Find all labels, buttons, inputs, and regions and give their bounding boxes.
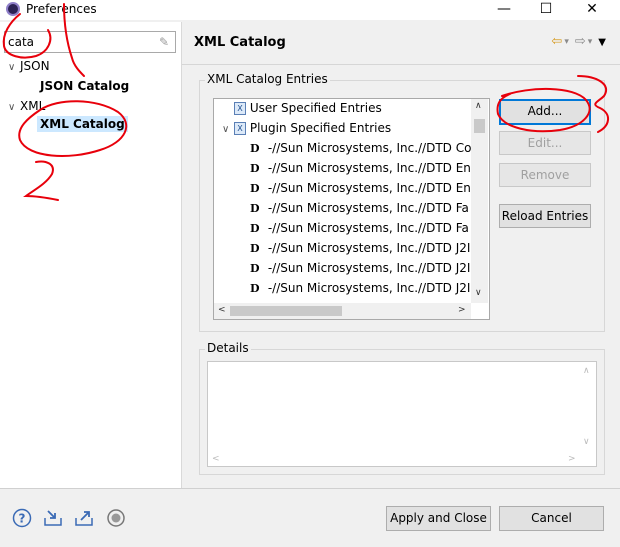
catalog-folder-icon: X bbox=[234, 102, 246, 115]
back-arrow-icon[interactable]: ⇦ bbox=[551, 34, 562, 49]
dtd-file-icon: D bbox=[250, 242, 260, 255]
tree-item-label: XML Catalog bbox=[37, 116, 128, 132]
bottom-separator bbox=[0, 488, 620, 489]
forward-dropdown-icon[interactable]: ▾ bbox=[588, 37, 593, 47]
entry-label: -//Sun Microsystems, Inc.//DTD Fa bbox=[267, 201, 469, 215]
details-text-area[interactable]: ∧ ∨ < > bbox=[207, 361, 597, 467]
tree-item-xml[interactable]: ∨ XML bbox=[8, 99, 45, 113]
dtd-file-icon: D bbox=[250, 142, 260, 155]
entry-label: -//Sun Microsystems, Inc.//DTD Co bbox=[267, 141, 472, 155]
vertical-scrollbar[interactable]: ∧ ∨ bbox=[471, 99, 488, 303]
filter-value: cata bbox=[8, 35, 35, 49]
tree-item-xml-catalog[interactable]: XML Catalog bbox=[37, 116, 128, 132]
entry-label: Plugin Specified Entries bbox=[249, 121, 392, 135]
cancel-button[interactable]: Cancel bbox=[499, 506, 604, 531]
preference-tree-pane: cata ✎ ∨ JSON JSON Catalog ∨ XML XML Catal… bbox=[0, 22, 181, 488]
scroll-thumb[interactable] bbox=[230, 306, 342, 316]
catalog-folder-icon: X bbox=[234, 122, 246, 135]
minimize-button[interactable]: — bbox=[484, 0, 524, 20]
details-group-label: Details bbox=[205, 341, 251, 355]
dtd-file-icon: D bbox=[250, 202, 260, 215]
chevron-down-icon[interactable]: ∨ bbox=[222, 124, 234, 135]
reload-entries-button[interactable]: Reload Entries bbox=[499, 204, 591, 228]
scroll-down-icon[interactable]: ∨ bbox=[583, 437, 590, 447]
tree-item-json[interactable]: ∨ JSON bbox=[8, 59, 50, 73]
add-button[interactable]: Add... bbox=[499, 99, 591, 125]
scroll-right-icon[interactable]: > bbox=[568, 454, 576, 464]
entry-label: User Specified Entries bbox=[249, 101, 382, 115]
page-navigation: ⇦ ▾ ⇨ ▾ ▼ bbox=[551, 34, 606, 49]
scroll-left-icon[interactable]: < bbox=[218, 305, 226, 315]
view-menu-icon[interactable]: ▼ bbox=[598, 37, 606, 48]
filter-input[interactable]: cata ✎ bbox=[4, 31, 176, 53]
list-item[interactable]: D -//Sun Microsystems, Inc.//DTD J2I bbox=[214, 281, 470, 301]
dtd-file-icon: D bbox=[250, 262, 260, 275]
entry-label: -//Sun Microsystems, Inc.//DTD J2I bbox=[267, 261, 471, 275]
entry-label: -//Sun Microsystems, Inc.//DTD J2I bbox=[267, 241, 471, 255]
scroll-right-icon[interactable]: > bbox=[458, 305, 466, 315]
list-item[interactable]: ∨ X Plugin Specified Entries bbox=[214, 121, 391, 141]
eraser-icon[interactable]: ✎ bbox=[159, 35, 169, 49]
tree-item-json-catalog[interactable]: JSON Catalog bbox=[40, 79, 129, 93]
list-item[interactable]: X User Specified Entries bbox=[214, 101, 382, 121]
scroll-thumb[interactable] bbox=[474, 119, 485, 133]
list-item[interactable]: D -//Sun Microsystems, Inc.//DTD Fa bbox=[214, 221, 469, 241]
horizontal-scrollbar[interactable]: < > bbox=[214, 303, 471, 319]
dtd-file-icon: D bbox=[250, 182, 260, 195]
tree-item-label: XML bbox=[20, 99, 46, 113]
tree-item-label: JSON bbox=[20, 59, 50, 73]
chevron-down-icon[interactable]: ∨ bbox=[8, 102, 20, 113]
export-icon[interactable] bbox=[74, 508, 94, 528]
list-item[interactable]: D -//Sun Microsystems, Inc.//DTD En bbox=[214, 181, 471, 201]
window-title: Preferences bbox=[26, 2, 97, 16]
remove-button[interactable]: Remove bbox=[499, 163, 591, 187]
scroll-left-icon[interactable]: < bbox=[212, 454, 220, 464]
entry-label: -//Sun Microsystems, Inc.//DTD En bbox=[267, 181, 471, 195]
import-icon[interactable] bbox=[43, 508, 63, 528]
dtd-file-icon: D bbox=[250, 222, 260, 235]
catalog-entries-tree[interactable]: X User Specified Entries ∨ X Plugin Speci… bbox=[213, 98, 490, 320]
scroll-up-icon[interactable]: ∧ bbox=[583, 366, 590, 376]
entry-label: -//Sun Microsystems, Inc.//DTD En bbox=[267, 161, 471, 175]
svg-text:?: ? bbox=[19, 512, 26, 526]
tree-item-label: JSON Catalog bbox=[40, 79, 130, 93]
entry-label: -//Sun Microsystems, Inc.//DTD J2I bbox=[267, 281, 471, 295]
forward-arrow-icon[interactable]: ⇨ bbox=[575, 34, 586, 49]
scroll-down-icon[interactable]: ∨ bbox=[475, 288, 482, 298]
entries-group-label: XML Catalog Entries bbox=[205, 72, 330, 86]
title-bar: Preferences — ☐ ✕ bbox=[0, 0, 620, 20]
dtd-file-icon: D bbox=[250, 282, 260, 295]
scroll-up-icon[interactable]: ∧ bbox=[475, 101, 482, 111]
chevron-down-icon[interactable]: ∨ bbox=[8, 62, 20, 73]
title-separator bbox=[182, 64, 620, 65]
page-title: XML Catalog bbox=[194, 35, 286, 50]
close-button[interactable]: ✕ bbox=[572, 0, 612, 20]
list-item[interactable]: D -//Sun Microsystems, Inc.//DTD Fa bbox=[214, 201, 469, 221]
edit-button[interactable]: Edit... bbox=[499, 131, 591, 155]
list-item[interactable]: D -//Sun Microsystems, Inc.//DTD J2I bbox=[214, 261, 470, 281]
apply-and-close-button[interactable]: Apply and Close bbox=[386, 506, 491, 531]
list-item[interactable]: D -//Sun Microsystems, Inc.//DTD En bbox=[214, 161, 471, 181]
record-icon[interactable] bbox=[106, 508, 126, 528]
dtd-file-icon: D bbox=[250, 162, 260, 175]
list-item[interactable]: D -//Sun Microsystems, Inc.//DTD J2I bbox=[214, 241, 470, 261]
back-dropdown-icon[interactable]: ▾ bbox=[564, 37, 569, 47]
list-item[interactable]: D -//Sun Microsystems, Inc.//DTD Co bbox=[214, 141, 471, 161]
help-icon[interactable]: ? bbox=[12, 508, 32, 528]
eclipse-app-icon bbox=[6, 2, 20, 16]
maximize-button[interactable]: ☐ bbox=[526, 0, 566, 20]
entry-label: -//Sun Microsystems, Inc.//DTD Fa bbox=[267, 221, 469, 235]
